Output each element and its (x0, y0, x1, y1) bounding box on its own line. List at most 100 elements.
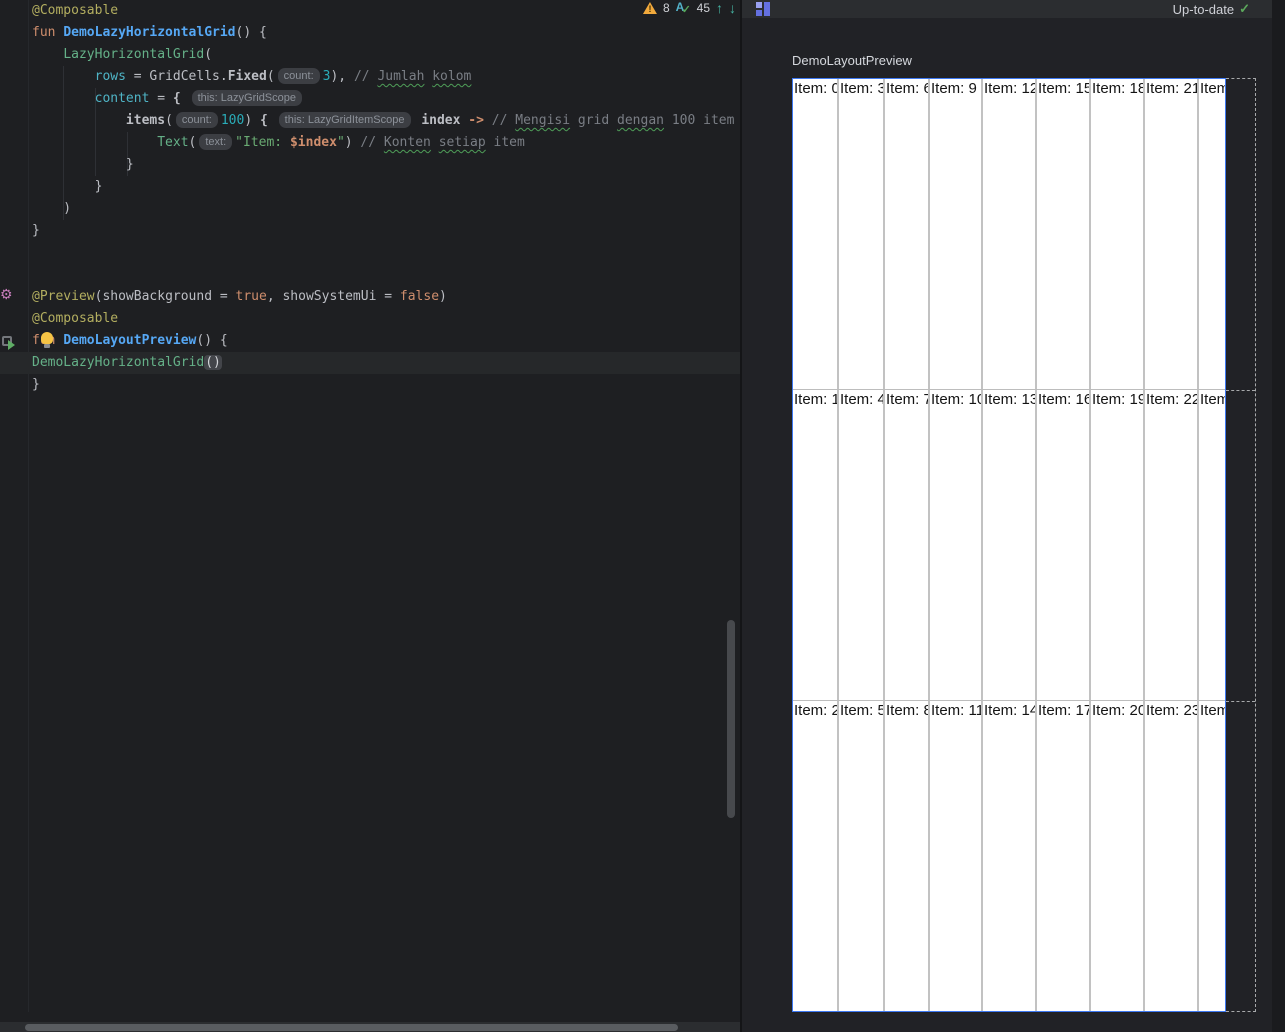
code-line[interactable]: } (0, 220, 740, 242)
grid-cell[interactable]: Item: 13 (983, 390, 1037, 700)
intention-bulb-icon[interactable] (40, 332, 54, 350)
compose-preview-panel[interactable]: Up-to-date ✓ DemoLayoutPreview Item: 0 It… (742, 0, 1285, 1032)
code-line[interactable]: ) (0, 198, 740, 220)
check-icon: ✓ (1239, 1, 1250, 16)
grid-cell[interactable]: Item: 22 (1145, 390, 1199, 700)
grid-item-label: Item: 18 (1092, 80, 1145, 97)
code-token: ) (32, 201, 72, 216)
grid-cell[interactable]: Item: 15 (1037, 79, 1091, 389)
code-token: () { (235, 25, 267, 40)
code-token: ( (165, 113, 173, 128)
grid-cell[interactable]: Item: 4 (839, 390, 885, 700)
code-line[interactable]: items(count: 100) { this: LazyGridItemSco… (0, 110, 740, 132)
prev-problem-arrow-icon[interactable]: ↑ (716, 1, 723, 15)
grid-cell[interactable]: Item: 7 (885, 390, 930, 700)
code-token: 100 (220, 113, 245, 128)
code-token: = (149, 91, 173, 106)
inspections-widget[interactable]: ! 8 A ✓ 45 ↑ ↓ (642, 0, 736, 16)
code-token: // (491, 113, 516, 128)
grid-cell[interactable]: Item: 21 (1145, 79, 1199, 389)
next-problem-arrow-icon[interactable]: ↓ (729, 1, 736, 15)
inlay-hint-chip: text: (199, 134, 233, 150)
code-line[interactable]: content = { this: LazyGridScope (0, 88, 740, 110)
grid-cell[interactable]: Item: 23 (1145, 701, 1199, 1011)
grid-cell[interactable]: Item: 11 (930, 701, 983, 1011)
code-line[interactable]: @Preview(showBackground = true, showSyst… (0, 286, 740, 308)
typo-check-icon: ✓ (681, 4, 691, 16)
grid-cell[interactable]: Item: 26 (1199, 701, 1225, 1011)
warning-count-badge[interactable]: 8 (663, 1, 670, 15)
horizontal-scrollbar-thumb[interactable] (25, 1023, 678, 1031)
grid-cell[interactable]: Item: 1 (793, 390, 839, 700)
grid-cell[interactable]: Item: 3 (839, 79, 885, 389)
grid-cell[interactable]: Item: 8 (885, 701, 930, 1011)
code-token: ( (188, 135, 197, 150)
preview-canvas[interactable]: Item: 0 Item: 3 Item: 6 Item: 9 Item: 12 Item… (792, 78, 1226, 1012)
grid-cell[interactable]: Item: 16 (1037, 390, 1091, 700)
code-token: Fixed (227, 69, 267, 84)
preview-scroll-track[interactable] (1272, 0, 1285, 1032)
layout-grid-icon[interactable] (756, 2, 770, 16)
grid-cell[interactable]: Item: 25 (1199, 390, 1225, 700)
grid-cell[interactable]: Item: 10 (930, 390, 983, 700)
code-token: Mengisi (515, 113, 571, 128)
row-bound-dash (1226, 390, 1255, 391)
code-line[interactable] (0, 264, 740, 286)
current-code-line[interactable]: DemoLazyHorizontalGrid() (0, 352, 740, 374)
code-token: $index (289, 135, 337, 150)
run-preview-icon[interactable] (2, 336, 15, 350)
grid-cell[interactable]: Item: 9 (930, 79, 983, 389)
editor-horizontal-scrollbar[interactable] (0, 1022, 740, 1032)
row-bound-dash (1226, 701, 1255, 702)
preview-settings-gear-icon[interactable]: ⚙ (0, 287, 13, 301)
grid-cell[interactable]: Item: 20 (1091, 701, 1145, 1011)
code-line[interactable]: } (0, 374, 740, 396)
grid-cell[interactable]: Item: 14 (983, 701, 1037, 1011)
typo-count-badge[interactable]: 45 (697, 1, 710, 15)
grid-cell[interactable]: Item: 12 (983, 79, 1037, 389)
code-line[interactable]: @Composable (0, 0, 740, 22)
typo-inspection-icon: A ✓ (676, 0, 691, 16)
code-line[interactable]: rows = GridCells.Fixed(count: 3), // Juml… (0, 66, 740, 88)
grid-item-label: Item: 16 (1038, 391, 1091, 408)
code-line[interactable] (0, 242, 740, 264)
code-token: Text (157, 135, 189, 150)
resize-dashed-outline[interactable] (1226, 78, 1256, 1012)
grid-item-label: Item: 12 (984, 80, 1037, 97)
code-line[interactable]: fun DemoLayoutPreview() { (0, 330, 740, 352)
code-token: @Preview (32, 289, 95, 304)
preview-toolbar[interactable]: Up-to-date ✓ (742, 0, 1272, 18)
grid-item-label: Item: 22 (1146, 391, 1199, 408)
grid-cell[interactable]: Item: 24 (1199, 79, 1225, 389)
code-line[interactable]: @Composable (0, 308, 740, 330)
editor-vertical-scrollbar[interactable] (727, 620, 735, 818)
grid-item-label: Item: 24 (1200, 80, 1225, 97)
grid-cell[interactable]: Item: 6 (885, 79, 930, 389)
grid-item-label: Item: 8 (886, 702, 930, 719)
preview-title[interactable]: DemoLayoutPreview (792, 53, 912, 68)
code-line[interactable]: } (0, 176, 740, 198)
sync-status[interactable]: Up-to-date ✓ (1173, 0, 1250, 18)
grid-row: Item: 0 Item: 3 Item: 6 Item: 9 Item: 12 Item… (793, 79, 1225, 390)
grid-cell[interactable]: Item: 5 (839, 701, 885, 1011)
grid-cell[interactable]: Item: 19 (1091, 390, 1145, 700)
grid-cell[interactable]: Item: 0 (793, 79, 839, 389)
grid-item-label: Item: 14 (984, 702, 1037, 719)
code-lines[interactable]: @Composable fun DemoLazyHorizontalGrid() … (0, 0, 740, 396)
code-token: grid (570, 113, 618, 128)
code-token: DemoLazyHorizontalGrid (32, 355, 205, 370)
grid-cell[interactable]: Item: 2 (793, 701, 839, 1011)
code-line[interactable]: LazyHorizontalGrid( (0, 44, 740, 66)
code-editor[interactable]: @Composable fun DemoLazyHorizontalGrid() … (0, 0, 740, 1032)
code-line[interactable]: Text(text: "Item: $index") // Konten seti… (0, 132, 740, 154)
code-token: rows (94, 69, 126, 84)
grid-cell[interactable]: Item: 17 (1037, 701, 1091, 1011)
grid-item-label: Item: 9 (931, 80, 977, 97)
grid-cell[interactable]: Item: 18 (1091, 79, 1145, 389)
code-line[interactable]: } (0, 154, 740, 176)
code-line[interactable]: fun DemoLazyHorizontalGrid() { (0, 22, 740, 44)
code-token: 100 item (664, 113, 735, 128)
code-token: DemoLazyHorizontalGrid (63, 25, 236, 40)
code-token: " (336, 135, 345, 150)
